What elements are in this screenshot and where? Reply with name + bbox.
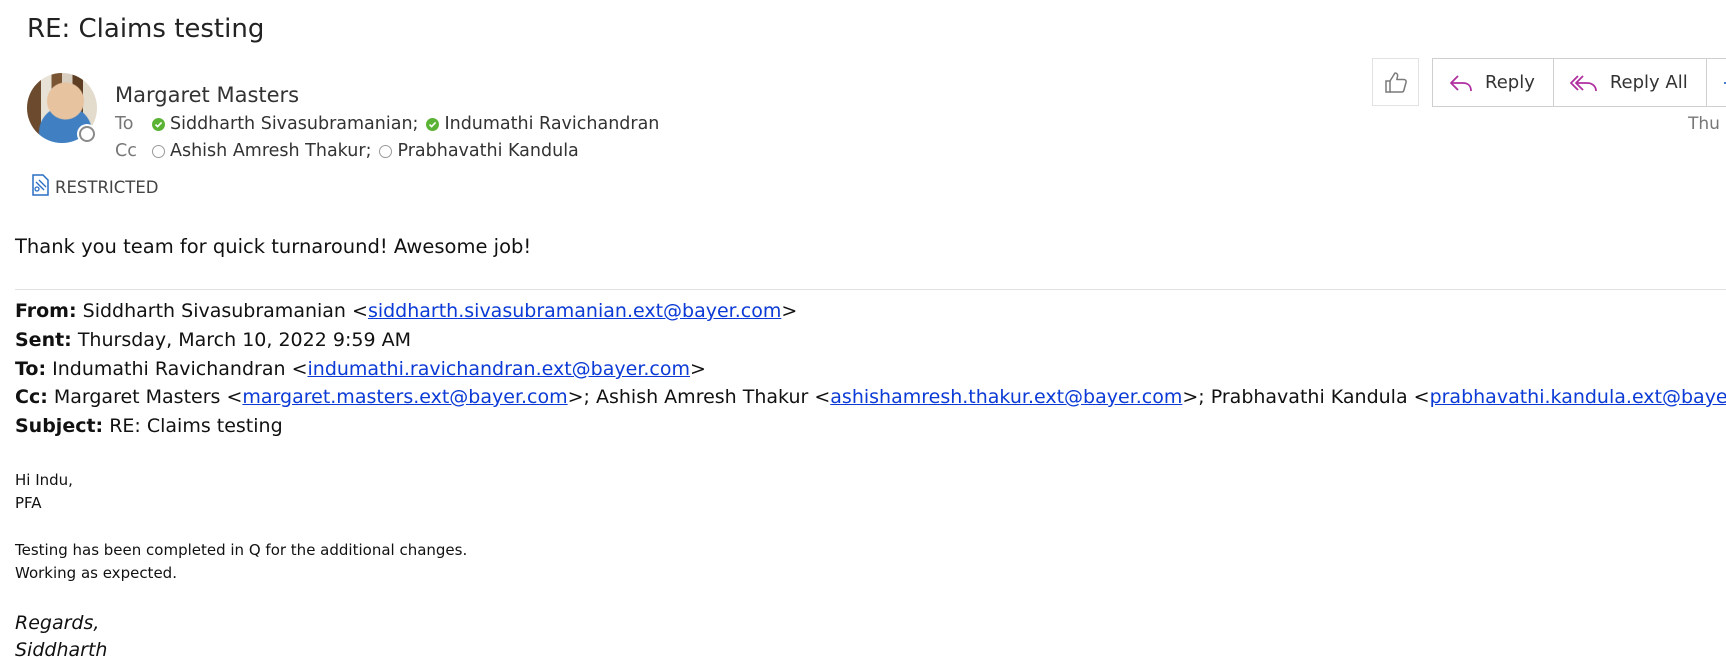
quoted-cc-email-link-3[interactable]: prabhavathi.kandula.ext@bayer.com	[1430, 386, 1726, 408]
body-line: Testing has been completed in Q for the …	[15, 541, 468, 559]
presence-unknown-icon	[152, 144, 165, 158]
quoted-from-label: From:	[15, 300, 77, 322]
angle-close: >	[781, 300, 798, 322]
signature-line: Siddharth	[15, 639, 108, 657]
sensitivity-label[interactable]: RESTRICTED	[31, 174, 159, 200]
signature-line: Regards,	[15, 612, 100, 634]
sensitivity-label-text: RESTRICTED	[55, 177, 159, 197]
quoted-to-line: To: Indumathi Ravichandran <indumathi.ra…	[15, 358, 706, 380]
sender-name[interactable]: Margaret Masters	[115, 83, 299, 107]
cc-recipient[interactable]: Prabhavathi Kandula	[397, 141, 578, 161]
quoted-to-email-link[interactable]: indumathi.ravichandran.ext@bayer.com	[308, 358, 691, 380]
to-recipient[interactable]: Indumathi Ravichandran	[444, 114, 659, 134]
quoted-cc-label: Cc:	[15, 386, 48, 408]
cc-label: Cc	[115, 141, 137, 161]
email-subject: RE: Claims testing	[27, 14, 265, 44]
quoted-subject-label: Subject:	[15, 415, 104, 437]
angle-close: >	[690, 358, 706, 380]
cc-recipient[interactable]: Ashish Amresh Thakur;	[170, 141, 371, 161]
reply-all-button-label: Reply All	[1609, 72, 1688, 93]
reply-arrow-icon	[1450, 74, 1472, 91]
reply-all-button[interactable]: Reply All	[1553, 59, 1707, 106]
email-reading-pane: RE: Claims testing Margaret Masters To S…	[0, 0, 1726, 657]
body-line: PFA	[15, 494, 42, 512]
to-recipient[interactable]: Siddharth Sivasubramanian;	[170, 114, 418, 134]
forward-button[interactable]	[1706, 59, 1726, 106]
presence-available-icon	[426, 117, 440, 131]
quoted-cc-email-link-2[interactable]: ashishamresh.thakur.ext@bayer.com	[830, 386, 1182, 408]
received-date: Thu 3	[1688, 114, 1726, 134]
to-recipients-line: To Siddharth Sivasubramanian; Indumathi …	[115, 114, 665, 134]
presence-status-icon	[79, 126, 95, 142]
cc-recipients-line: Cc Ashish Amresh Thakur; Prabhavathi Kan…	[115, 141, 585, 161]
sensitivity-tag-icon	[31, 174, 50, 200]
reply-actions-group: Reply Reply All	[1432, 58, 1726, 107]
to-label: To	[115, 114, 134, 134]
body-greeting: Thank you team for quick turnaround! Awe…	[15, 235, 532, 258]
quoted-from-email-link[interactable]: siddharth.sivasubramanian.ext@bayer.com	[368, 300, 781, 322]
quoted-from-name: Siddharth Sivasubramanian <	[82, 300, 368, 322]
presence-unknown-icon	[379, 144, 393, 158]
quote-divider	[15, 289, 1726, 290]
reply-button-label: Reply	[1485, 72, 1535, 93]
quoted-cc-name-2: >; Ashish Amresh Thakur <	[567, 386, 831, 408]
quoted-subject-value: RE: Claims testing	[109, 415, 283, 437]
quoted-cc-line: Cc: Margaret Masters <margaret.masters.e…	[15, 386, 1726, 408]
thumbs-up-icon	[1384, 72, 1407, 93]
reply-button[interactable]: Reply	[1433, 59, 1554, 106]
quoted-sent-value: Thursday, March 10, 2022 9:59 AM	[77, 329, 411, 351]
like-button[interactable]	[1372, 58, 1419, 106]
quoted-from-line: From: Siddharth Sivasubramanian <siddhar…	[15, 300, 797, 322]
quoted-cc-name-3: >; Prabhavathi Kandula <	[1182, 386, 1430, 408]
quoted-to-name: Indumathi Ravichandran <	[52, 358, 308, 380]
quoted-subject-line: Subject: RE: Claims testing	[15, 415, 283, 437]
quoted-to-label: To:	[15, 358, 47, 380]
presence-available-icon	[152, 117, 165, 131]
quoted-cc-name-1: Margaret Masters <	[53, 386, 243, 408]
body-line: Hi Indu,	[15, 471, 73, 489]
quoted-sent-label: Sent:	[15, 329, 72, 351]
quoted-cc-email-link-1[interactable]: margaret.masters.ext@bayer.com	[242, 386, 567, 408]
quoted-sent-line: Sent: Thursday, March 10, 2022 9:59 AM	[15, 329, 411, 351]
reply-all-arrow-icon	[1569, 74, 1597, 91]
body-line: Working as expected.	[15, 564, 177, 582]
